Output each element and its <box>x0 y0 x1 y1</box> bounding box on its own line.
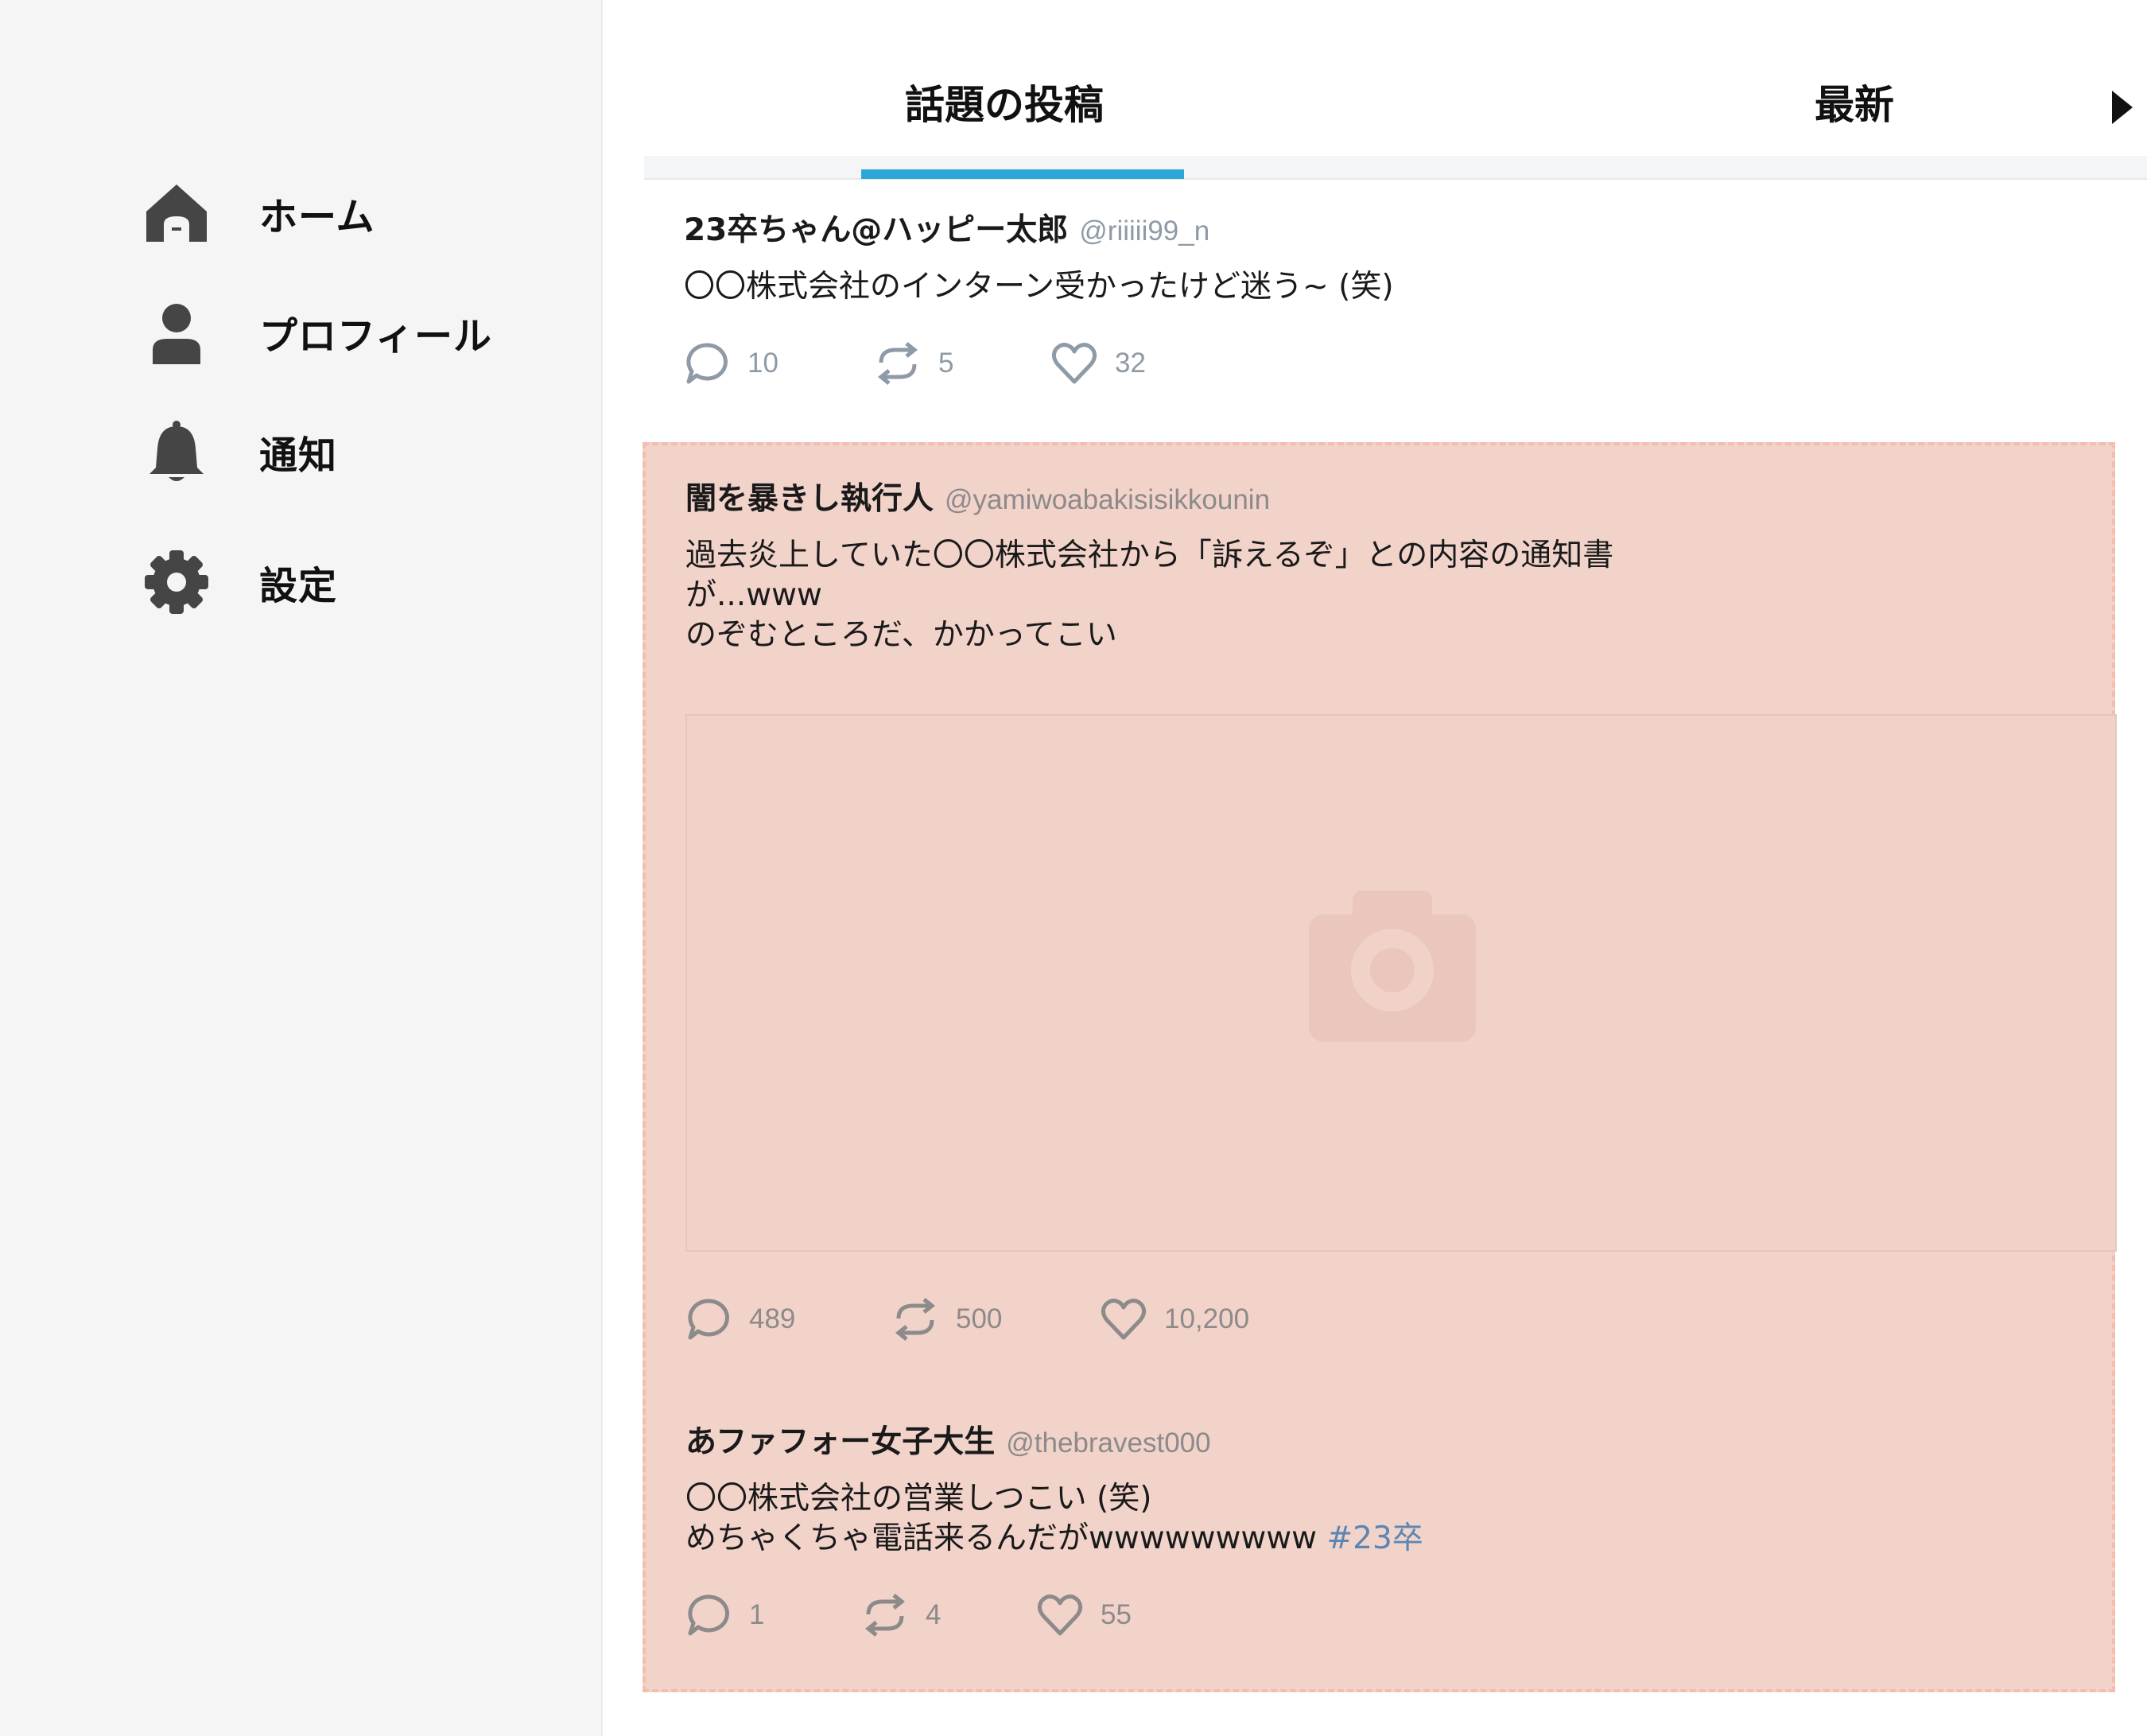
sidebar-item-notifications[interactable]: 通知 <box>143 412 557 491</box>
post-header: 23卒ちゃん@ハッピー太郎 @riiiii99_n <box>684 205 2147 250</box>
post-actions: 1 4 55 <box>685 1592 2147 1648</box>
reply-button[interactable]: 1 <box>685 1592 764 1638</box>
sidebar-item-label: 通知 <box>259 433 338 478</box>
tab-bar: 話題の投稿 最新 <box>644 0 2147 180</box>
chevron-right-icon[interactable] <box>2106 87 2137 127</box>
repost-icon <box>864 1594 906 1637</box>
highlighted-posts: 闇を暴きし執行人 @yamiwoabakisisikkounin 過去炎上してい… <box>643 442 2117 1692</box>
repost-icon <box>895 1298 936 1341</box>
repost-button[interactable]: 4 <box>862 1592 941 1638</box>
post[interactable]: あファフォー女子大生 @thebravest000 〇〇株式会社の営業しつこい … <box>685 1417 2147 1648</box>
post-actions-wrapper: 489 500 10,200 <box>685 1296 2147 1352</box>
post-media[interactable] <box>685 714 2117 1252</box>
post-header: あファフォー女子大生 @thebravest000 <box>685 1417 2147 1462</box>
like-count: 32 <box>1115 348 1146 379</box>
post-author-name[interactable]: あファフォー女子大生 <box>685 1417 995 1462</box>
post-header: 闇を暴きし執行人 @yamiwoabakisisikkounin <box>685 474 2147 518</box>
camera-icon <box>1309 891 1476 1042</box>
reply-button[interactable]: 10 <box>684 340 778 386</box>
comment-icon <box>686 343 728 384</box>
post-text: 〇〇株式会社のインターン受かったけど迷う~ (笑) <box>684 269 1394 305</box>
post-text: 過去炎上していた〇〇株式会社から「訴えるぞ」との内容の通知書 が...www の… <box>685 538 1614 653</box>
post-text-content: 〇〇株式会社の営業しつこい (笑) めちゃくちゃ電話来るんだがwwwwwwwww <box>685 1481 1318 1556</box>
reply-button[interactable]: 489 <box>685 1296 795 1342</box>
home-icon <box>143 180 210 247</box>
sidebar-item-label: プロフィール <box>259 314 493 359</box>
post-author-name[interactable]: 23卒ちゃん@ハッピー太郎 <box>684 205 1068 250</box>
post[interactable]: 23卒ちゃん@ハッピー太郎 @riiiii99_n 〇〇株式会社のインターン受か… <box>684 205 2147 396</box>
sidebar: ホーム プロフィール 通知 設定 <box>0 0 603 1736</box>
user-icon <box>143 299 210 366</box>
like-button[interactable]: 55 <box>1037 1592 1132 1638</box>
post-author-handle[interactable]: @yamiwoabakisisikkounin <box>945 484 1270 516</box>
post-actions: 489 500 10,200 <box>685 1296 2147 1352</box>
heart-icon <box>1037 1594 1083 1636</box>
post-author-handle[interactable]: @riiiii99_n <box>1079 216 1209 247</box>
tab-trending[interactable]: 話題の投稿 <box>905 73 1104 130</box>
gear-icon <box>143 549 210 616</box>
repost-count: 4 <box>926 1599 941 1630</box>
sidebar-item-settings[interactable]: 設定 <box>143 542 557 622</box>
post[interactable]: 闇を暴きし執行人 @yamiwoabakisisikkounin 過去炎上してい… <box>685 474 2147 655</box>
sidebar-item-home[interactable]: ホーム <box>143 173 557 253</box>
like-count: 55 <box>1101 1599 1132 1630</box>
bell-icon <box>143 418 210 485</box>
repost-button[interactable]: 500 <box>892 1296 1002 1342</box>
heart-icon <box>1051 343 1097 384</box>
active-tab-indicator <box>861 169 1184 179</box>
like-count: 10,200 <box>1164 1303 1250 1334</box>
reply-count: 10 <box>747 348 778 379</box>
post-text: 〇〇株式会社の営業しつこい (笑) めちゃくちゃ電話来るんだがwwwwwwwww… <box>685 1479 2147 1559</box>
post-actions: 10 5 32 <box>684 340 2147 396</box>
post-author-handle[interactable]: @thebravest000 <box>1006 1427 1210 1459</box>
heart-icon <box>1101 1299 1147 1340</box>
comment-icon <box>688 1594 729 1636</box>
hashtag-link[interactable]: #23卒 <box>1326 1520 1423 1556</box>
post-author-name[interactable]: 闇を暴きし執行人 <box>685 474 934 518</box>
repost-button[interactable]: 5 <box>875 340 953 386</box>
sidebar-item-label: ホーム <box>259 195 375 239</box>
repost-count: 500 <box>956 1303 1003 1334</box>
sidebar-item-label: 設定 <box>259 564 338 608</box>
comment-icon <box>688 1299 729 1340</box>
sidebar-item-profile[interactable]: プロフィール <box>143 293 557 372</box>
reply-count: 489 <box>749 1303 796 1334</box>
like-button[interactable]: 32 <box>1051 340 1146 386</box>
reply-count: 1 <box>749 1599 765 1630</box>
like-button[interactable]: 10,200 <box>1101 1296 1249 1342</box>
repost-count: 5 <box>938 348 954 379</box>
repost-icon <box>877 342 918 385</box>
tab-latest[interactable]: 最新 <box>1815 73 1894 130</box>
